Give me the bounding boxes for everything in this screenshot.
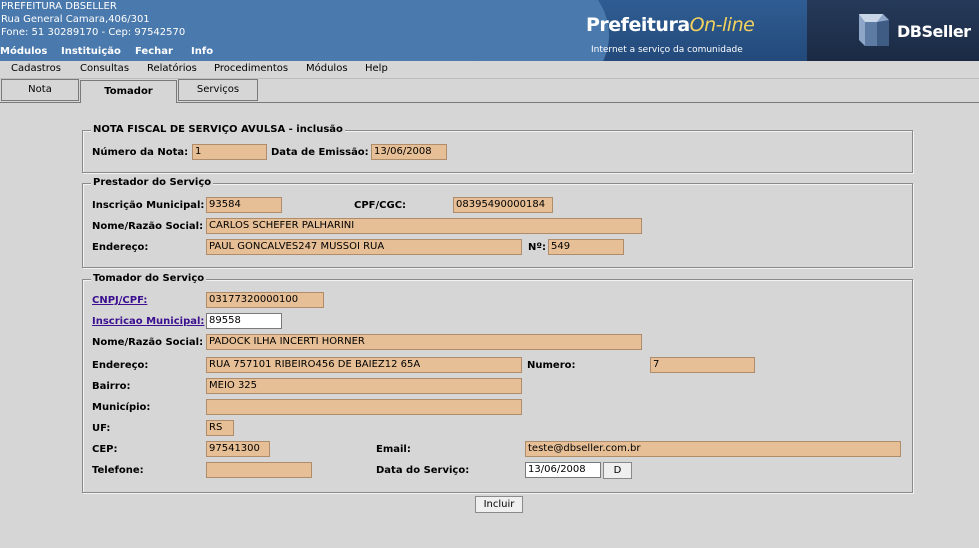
prestador-cpf-label: CPF/CGC: bbox=[354, 200, 407, 211]
banner-tagline: Internet a serviço da comunidade bbox=[591, 45, 743, 55]
prefeitura-online-banner: PrefeituraOn-line Internet a serviço da … bbox=[469, 0, 807, 61]
numero-nota-label: Número da Nota: bbox=[92, 147, 189, 158]
tab-servicos[interactable]: Serviços bbox=[178, 79, 258, 101]
tomador-endereco-label: Endereço: bbox=[92, 360, 149, 371]
data-emissao-label: Data de Emissão: bbox=[271, 147, 369, 158]
top-menu-instituicao[interactable]: Instituição bbox=[61, 46, 121, 57]
tomador-cnpj-field[interactable]: 03177320000100 bbox=[206, 292, 324, 308]
prestador-nome-field[interactable]: CARLOS SCHEFER PALHARINI bbox=[206, 218, 642, 234]
prestador-endereco-field[interactable]: PAUL GONCALVES247 MUSSOI RUA bbox=[206, 239, 522, 255]
data-emissao-field[interactable]: 13/06/2008 bbox=[371, 144, 447, 160]
tomador-telefone-field[interactable] bbox=[206, 462, 312, 478]
tomador-bairro-label: Bairro: bbox=[92, 381, 131, 392]
inscricao-municipal-link[interactable]: Inscricao Municipal: bbox=[92, 316, 204, 327]
tomador-uf-field[interactable]: RS bbox=[206, 420, 234, 436]
menu-consultas[interactable]: Consultas bbox=[80, 63, 129, 74]
tomador-numero-field[interactable]: 7 bbox=[650, 357, 755, 373]
tomador-cep-field[interactable]: 97541300 bbox=[206, 441, 270, 457]
top-menu-modulos[interactable]: Módulos bbox=[0, 46, 47, 57]
prestador-cpf-field[interactable]: 08395490000184 bbox=[453, 197, 553, 213]
prestador-nome-label: Nome/Razão Social: bbox=[92, 221, 204, 232]
menu-modulos[interactable]: Módulos bbox=[306, 63, 348, 74]
menu-bar: Cadastros Consultas Relatórios Procedime… bbox=[0, 61, 979, 79]
prestador-numero-label: Nº: bbox=[528, 242, 547, 253]
tomador-bairro-field[interactable]: MEIO 325 bbox=[206, 378, 522, 394]
dbseller-banner: DBSeller bbox=[807, 0, 979, 61]
tomador-email-label: Email: bbox=[376, 444, 411, 455]
data-servico-label: Data do Serviço: bbox=[376, 465, 470, 476]
prestador-inscricao-label: Inscrição Municipal: bbox=[92, 200, 205, 211]
prestador-legend: Prestador do Serviço bbox=[91, 177, 214, 188]
top-menu-fechar[interactable]: Fechar bbox=[135, 46, 173, 57]
prefeitura-online-logo: PrefeituraOn-line bbox=[586, 14, 755, 36]
tab-tomador[interactable]: Tomador bbox=[80, 80, 177, 103]
incluir-button[interactable]: Incluir bbox=[475, 496, 523, 513]
app-header: PREFEITURA DBSELLER Rua General Camara,4… bbox=[0, 0, 979, 61]
tomador-nome-field[interactable]: PADOCK ILHA INCERTI HORNER bbox=[206, 334, 642, 350]
tomador-cep-label: CEP: bbox=[92, 444, 118, 455]
tomador-nome-label: Nome/Razão Social: bbox=[92, 337, 204, 348]
dbseller-logo-icon bbox=[859, 14, 889, 46]
tomador-uf-label: UF: bbox=[92, 423, 111, 434]
date-picker-button[interactable]: D bbox=[603, 462, 632, 479]
tomador-email-field[interactable]: teste@dbseller.com.br bbox=[525, 441, 901, 457]
tomador-municipio-field[interactable] bbox=[206, 399, 522, 415]
tomador-inscricao-input[interactable]: 89558 bbox=[206, 313, 282, 329]
dbseller-brand: DBSeller bbox=[897, 22, 971, 41]
menu-relatorios[interactable]: Relatórios bbox=[147, 63, 197, 74]
prestador-numero-field[interactable]: 549 bbox=[548, 239, 624, 255]
prestador-endereco-label: Endereço: bbox=[92, 242, 149, 253]
data-servico-input[interactable]: 13/06/2008 bbox=[525, 462, 601, 478]
menu-help[interactable]: Help bbox=[365, 63, 388, 74]
menu-cadastros[interactable]: Cadastros bbox=[11, 63, 61, 74]
org-name: PREFEITURA DBSELLER bbox=[1, 1, 117, 12]
prestador-inscricao-field[interactable]: 93584 bbox=[206, 197, 282, 213]
cnpj-cpf-link[interactable]: CNPJ/CPF: bbox=[92, 295, 147, 306]
tab-nota[interactable]: Nota bbox=[1, 79, 79, 101]
tomador-numero-label: Numero: bbox=[527, 360, 576, 371]
tomador-endereco-field[interactable]: RUA 757101 RIBEIRO456 DE BAIEZ12 65A bbox=[206, 357, 522, 373]
org-address: Rua General Camara,406/301 bbox=[1, 14, 150, 25]
top-menu-info[interactable]: Info bbox=[191, 46, 213, 57]
menu-procedimentos[interactable]: Procedimentos bbox=[214, 63, 288, 74]
tomador-telefone-label: Telefone: bbox=[92, 465, 144, 476]
tomador-legend: Tomador do Serviço bbox=[91, 273, 207, 284]
org-contact: Fone: 51 30289170 - Cep: 97542570 bbox=[1, 27, 186, 38]
numero-nota-field[interactable]: 1 bbox=[192, 144, 267, 160]
nota-legend: NOTA FISCAL DE SERVIÇO AVULSA - inclusão bbox=[91, 124, 345, 135]
tomador-municipio-label: Município: bbox=[92, 402, 151, 413]
